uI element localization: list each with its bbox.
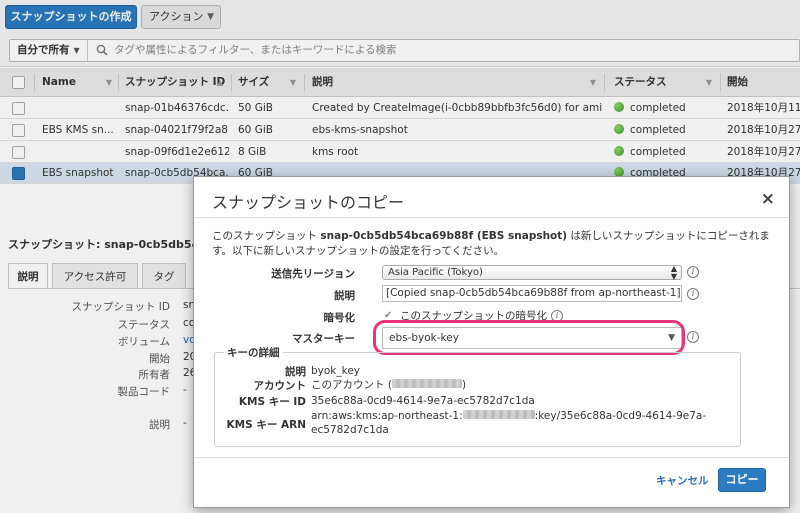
updown-icon: ▲ ▼ — [670, 264, 677, 281]
info-icon[interactable]: i — [687, 266, 699, 278]
key-arn-value: arn:aws:kms:ap-northeast-1::key/35e6c88a… — [311, 410, 707, 436]
key-details-legend: キーの詳細 — [224, 345, 283, 360]
dialog-intro: このスナップショット snap-0cb5db54bca69b88f (EBS s… — [212, 230, 770, 257]
key-description-value: byok_key — [311, 365, 361, 377]
redacted-account-id — [391, 379, 462, 388]
key-description-label: 説明 — [285, 366, 306, 378]
master-key-label: マスターキー — [292, 333, 355, 345]
region-select[interactable]: Asia Pacific (Tokyo) ▲ ▼ — [382, 264, 682, 281]
copy-snapshot-dialog: スナップショットのコピー × このスナップショット snap-0cb5db54b… — [193, 176, 790, 508]
key-arn-label: KMS キー ARN — [226, 419, 306, 431]
account-value: このアカウント () — [311, 379, 467, 391]
account-label: アカウント — [253, 380, 307, 392]
key-id-label: KMS キー ID — [238, 396, 306, 408]
highlight-annotation — [373, 320, 685, 355]
dialog-footer-divider — [194, 457, 789, 458]
redacted-account-id — [462, 410, 535, 419]
key-id-value: 35e6c88a-0cd9-4614-9e7a-ec5782d7c1da — [311, 395, 535, 407]
dialog-divider — [194, 217, 789, 218]
region-label: 送信先リージョン — [271, 268, 355, 280]
info-icon[interactable]: i — [687, 288, 699, 300]
dialog-title: スナップショットのコピー — [212, 193, 405, 212]
cancel-button[interactable]: キャンセル — [656, 473, 709, 488]
description-label: 説明 — [334, 290, 355, 302]
description-input[interactable]: [Copied snap-0cb5db54bca69b88f from ap-n… — [382, 285, 682, 302]
copy-button[interactable]: コピー — [718, 468, 766, 492]
close-icon[interactable]: × — [761, 189, 775, 209]
encryption-label: 暗号化 — [323, 312, 356, 324]
info-icon[interactable]: i — [687, 331, 699, 343]
